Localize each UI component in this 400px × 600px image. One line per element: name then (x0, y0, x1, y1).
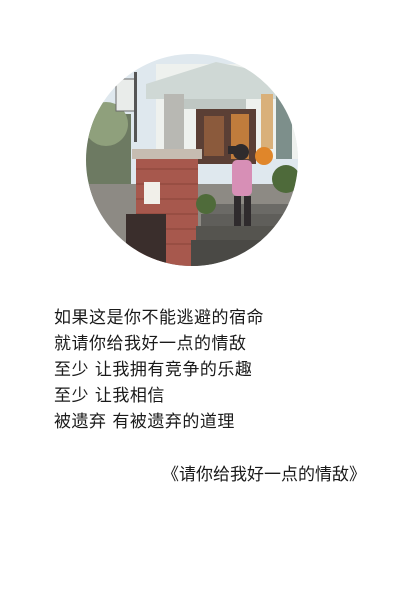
lyric-line: 被遗弃 有被遗弃的道理 (54, 412, 235, 432)
lyric-line: 至少 让我相信 (54, 386, 165, 406)
song-title: 《请你给我好一点的情敌》 (162, 465, 366, 485)
lyric-line: 如果这是你不能逃避的宿命 (54, 308, 264, 328)
photo-illustration (86, 54, 298, 266)
lyrics-block: 如果这是你不能逃避的宿命 就请你给我好一点的情敌 至少 让我拥有竞争的乐趣 至少… (54, 305, 374, 435)
street-photo (86, 54, 298, 266)
lyric-line: 至少 让我拥有竞争的乐趣 (54, 360, 253, 380)
lyric-line: 就请你给我好一点的情敌 (54, 334, 247, 354)
